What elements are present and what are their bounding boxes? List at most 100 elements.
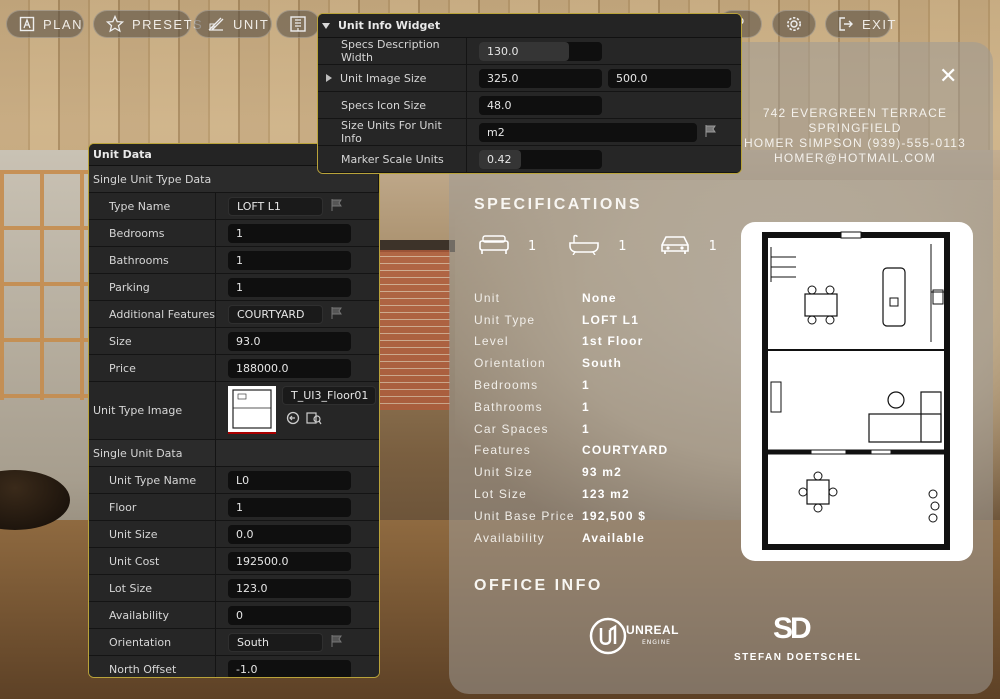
stefan-doetschel-logo: SD (773, 612, 812, 645)
bookshelf (0, 170, 96, 400)
settings-button[interactable] (772, 10, 816, 38)
building-button[interactable] (276, 10, 320, 38)
orientation-row: Orientation South (89, 629, 379, 656)
spec-value: 1st Floor (582, 334, 644, 349)
north-offset-input[interactable]: -1.0 (228, 659, 351, 677)
spec-key: Features (474, 443, 531, 458)
price-row: Price 188000.0 (89, 355, 379, 382)
unit-info-widget-panel: Unit Info Widget Specs Description Width… (317, 13, 742, 174)
building-icon (289, 15, 307, 33)
spec-key: Bedrooms (474, 378, 539, 393)
unit-size-row: Unit Size 0.0 (89, 521, 379, 548)
size-units-input[interactable]: m2 (479, 122, 697, 142)
flag-icon[interactable] (329, 198, 343, 215)
parking-count-group: 1 (659, 233, 717, 259)
flag-icon[interactable] (329, 634, 343, 651)
collapse-arrow-icon[interactable] (322, 22, 330, 29)
spec-value: None (582, 290, 617, 305)
spec-key: Orientation (474, 356, 546, 371)
additional-features-row: Additional Features COURTYARD (89, 301, 379, 328)
exit-icon (838, 15, 854, 33)
lot-size-label: Lot Size (89, 575, 216, 601)
bathroom-count: 1 (618, 238, 627, 254)
unit-type-name-row: Unit Type Name L0 (89, 467, 379, 494)
marker-scale-units-label: Marker Scale Units (318, 146, 467, 172)
unit-cost-input[interactable]: 192500.0 (228, 551, 351, 571)
spec-key: Availability (474, 530, 545, 545)
spec-row: Features COURTYARD (474, 440, 734, 462)
flag-icon[interactable] (329, 306, 343, 323)
bedrooms-input[interactable]: 1 (228, 223, 351, 243)
widget-title: Unit Info Widget (338, 19, 441, 32)
single-unit-data-section[interactable]: Single Unit Data (89, 440, 379, 467)
floor-label: Floor (89, 494, 216, 520)
orientation-select[interactable]: South (228, 632, 323, 652)
unit-info-widget-header[interactable]: Unit Info Widget (318, 14, 741, 38)
specs-description-width-row: Specs Description Width 130.0 (318, 38, 741, 65)
spec-key: Unit Base Price (474, 508, 575, 523)
exit-button[interactable]: EXIT (825, 10, 895, 38)
unit-type-image-thumbnail[interactable] (228, 386, 276, 434)
unit-size-input[interactable]: 0.0 (228, 524, 351, 544)
star-icon (106, 15, 124, 33)
spec-row: Unit Base Price 192,500 $ (474, 505, 734, 527)
north-offset-row: North Offset -1.0 (89, 656, 379, 677)
north-offset-label: North Offset (89, 656, 216, 677)
spec-value: 93 m2 (582, 465, 623, 480)
amenity-icons: 1 1 1 (478, 232, 749, 260)
additional-features-input[interactable]: COURTYARD (228, 304, 323, 324)
spec-value: Available (582, 530, 646, 545)
address-line: 742 EVERGREEN TERRACE (762, 106, 948, 120)
spec-value: 1 (582, 378, 590, 393)
spec-value: 1 (582, 421, 590, 436)
lot-size-input[interactable]: 123.0 (228, 578, 351, 598)
unit-type-image-row: Unit Type Image T_UI3_Floor01 (89, 382, 379, 440)
close-icon[interactable]: ✕ (939, 66, 957, 88)
type-name-row: Type Name LOFT L1 (89, 193, 379, 220)
unit-image-size-y-input[interactable]: 500.0 (608, 68, 731, 88)
flag-icon[interactable] (703, 124, 717, 141)
presets-button[interactable]: PRESETS (93, 10, 202, 38)
availability-input[interactable]: 0 (228, 605, 351, 625)
type-name-input[interactable]: LOFT L1 (228, 196, 323, 216)
unit-button[interactable]: UNIT (194, 10, 272, 38)
unit-type-image-asset-picker[interactable]: T_UI3_Floor01 (282, 386, 376, 405)
size-input[interactable]: 93.0 (228, 331, 351, 351)
additional-features-label: Additional Features (89, 301, 216, 327)
specifications-list: Unit None Unit Type LOFT L1 Level 1st Floor Or… (474, 287, 734, 549)
orientation-label: Orientation (89, 629, 216, 655)
stefan-doetschel-name: STEFAN DOETSCHEL (734, 652, 862, 663)
unit-type-name-input[interactable]: L0 (228, 470, 351, 490)
unit-type-image-label: Unit Type Image (89, 382, 216, 439)
bathrooms-input[interactable]: 1 (228, 250, 351, 270)
unit-icon (207, 15, 225, 33)
plan-button[interactable]: PLAN (6, 10, 84, 38)
unit-image-size-row: Unit Image Size 325.0 500.0 (318, 65, 741, 92)
unit-image-size-x-input[interactable]: 325.0 (479, 68, 602, 88)
specs-description-width-slider[interactable]: 130.0 (479, 41, 602, 61)
unit-size-label: Unit Size (89, 521, 216, 547)
spec-row: Orientation South (474, 352, 734, 374)
marker-scale-units-slider[interactable]: 0.42 (479, 149, 602, 169)
browse-asset-icon[interactable] (306, 411, 322, 428)
unit-image-size-label: Unit Image Size (340, 71, 427, 85)
brick-wall (380, 250, 450, 410)
parking-input[interactable]: 1 (228, 277, 351, 297)
spec-value: LOFT L1 (582, 312, 640, 327)
spec-key: Lot Size (474, 487, 527, 502)
spec-row: Bathrooms 1 (474, 396, 734, 418)
size-label: Size (89, 328, 216, 354)
spec-value: 1 (582, 399, 590, 414)
use-selected-asset-icon[interactable] (286, 411, 300, 428)
spec-row: Unit None (474, 287, 734, 309)
specs-description-width-value: 130.0 (487, 44, 519, 58)
price-input[interactable]: 188000.0 (228, 358, 351, 378)
car-icon (659, 233, 691, 259)
plan-icon (19, 15, 35, 33)
floor-input[interactable]: 1 (228, 497, 351, 517)
spec-row: Unit Type LOFT L1 (474, 309, 734, 331)
unit-data-panel: Unit Data Single Unit Type Data Type Nam… (88, 143, 380, 678)
specs-icon-size-input[interactable]: 48.0 (479, 95, 602, 115)
section-label: Single Unit Data (89, 440, 216, 466)
expand-arrow-icon[interactable] (326, 74, 332, 82)
